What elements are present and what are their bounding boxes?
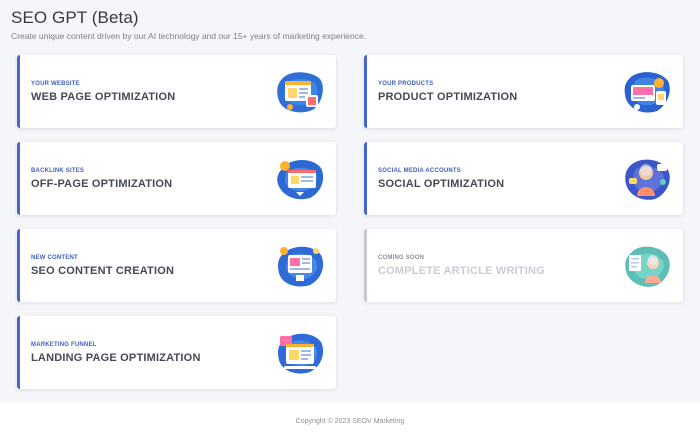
card-social-optimization[interactable]: SOCIAL MEDIA ACCOUNTS SOCIAL OPTIMIZATIO… (364, 142, 683, 215)
card-title: LANDING PAGE OPTIMIZATION (31, 352, 201, 364)
webpage-illustration-icon (277, 72, 323, 113)
card-title: SOCIAL OPTIMIZATION (378, 178, 505, 190)
landing-illustration-icon (278, 333, 324, 374)
card-title: OFF-PAGE OPTIMIZATION (31, 178, 173, 190)
article-illustration-icon (625, 246, 670, 287)
card-complete-article-writing: COMING SOON COMPLETE ARTICLE WRITING (364, 229, 683, 302)
card-eyebrow: BACKLINK SITES (31, 168, 85, 174)
card-title: COMPLETE ARTICLE WRITING (378, 265, 545, 277)
card-eyebrow: YOUR PRODUCTS (378, 81, 434, 87)
card-eyebrow: COMING SOON (378, 255, 425, 261)
content-illustration-icon (278, 246, 324, 287)
card-landing-page-optimization[interactable]: MARKETING FUNNEL LANDING PAGE OPTIMIZATI… (17, 316, 336, 389)
card-eyebrow: NEW CONTENT (31, 255, 78, 261)
card-seo-content-creation[interactable]: NEW CONTENT SEO CONTENT CREATION (17, 229, 336, 302)
card-eyebrow: MARKETING FUNNEL (31, 342, 97, 348)
copyright-text: Copyright © 2023 SEOV Marketing (295, 418, 405, 425)
page-header: SEO GPT (Beta) Create unique content dri… (11, 8, 366, 41)
product-illustration-icon (624, 72, 670, 113)
card-eyebrow: SOCIAL MEDIA ACCOUNTS (378, 168, 461, 174)
card-product-optimization[interactable]: YOUR PRODUCTS PRODUCT OPTIMIZATION (364, 55, 683, 128)
offpage-illustration-icon (277, 159, 324, 200)
card-off-page-optimization[interactable]: BACKLINK SITES OFF-PAGE OPTIMIZATION (17, 142, 336, 215)
page-title: SEO GPT (Beta) (11, 8, 139, 27)
card-title: PRODUCT OPTIMIZATION (378, 91, 518, 103)
card-title: SEO CONTENT CREATION (31, 265, 175, 277)
social-illustration-icon (625, 159, 670, 200)
card-title: WEB PAGE OPTIMIZATION (31, 91, 176, 103)
card-eyebrow: YOUR WEBSITE (31, 81, 80, 87)
card-web-page-optimization[interactable]: YOUR WEBSITE WEB PAGE OPTIMIZATION (17, 55, 336, 128)
page-subtitle: Create unique content driven by our AI t… (11, 31, 367, 41)
